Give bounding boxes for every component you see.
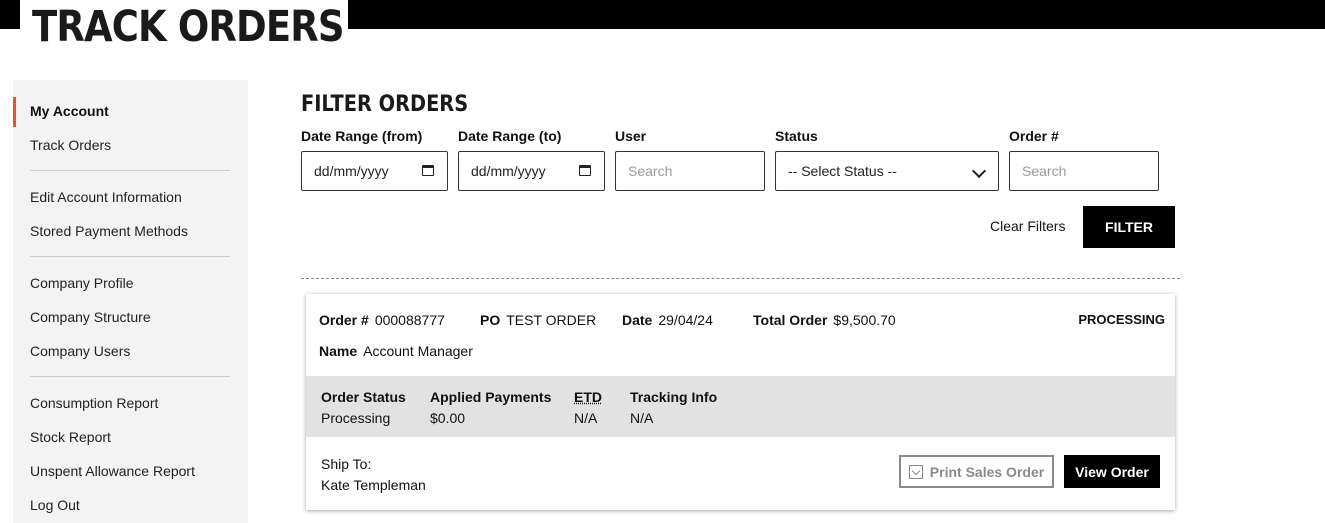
account-sidebar: My Account Track Orders Edit Account Inf… [13,80,248,523]
calendar-icon[interactable] [422,165,434,176]
status-select[interactable]: -- Select Status -- [775,151,999,191]
page-title: TRACK ORDERS [32,2,345,52]
applied-payments-value: $0.00 [430,410,466,426]
filter-button[interactable]: FILTER [1083,206,1175,248]
etd-value: N/A [574,410,598,426]
clear-filters-link[interactable]: Clear Filters [990,218,1065,234]
sidebar-item-consumption-report[interactable]: Consumption Report [30,395,158,411]
order-status-badge: PROCESSING [1078,312,1165,327]
order-number-search-input[interactable]: Search [1009,151,1159,191]
tracking-info-value: N/A [630,410,654,426]
order-total: Total Order $9,500.70 [753,312,896,328]
sidebar-item-my-account[interactable]: My Account [30,103,109,119]
order-status-heading: Order Status [321,389,406,405]
sidebar-item-company-structure[interactable]: Company Structure [30,309,151,325]
sidebar-item-company-profile[interactable]: Company Profile [30,275,134,291]
order-status-value: Processing [321,410,391,426]
ship-to-label: Ship To: [321,456,372,472]
calendar-icon[interactable] [579,165,591,176]
download-icon [908,464,923,479]
active-item-marker [13,97,16,127]
user-search-placeholder: Search [628,163,673,179]
tracking-info-heading: Tracking Info [630,389,718,405]
chevron-down-icon [971,163,987,179]
sidebar-item-unspent-allowance-report[interactable]: Unspent Allowance Report [30,463,195,479]
order-number: Order #000088777 [319,312,445,328]
date-to-value: dd/mm/yyyy [471,163,546,179]
sidebar-item-company-users[interactable]: Company Users [30,343,130,359]
etd-heading: ETD [574,389,602,405]
sidebar-item-track-orders[interactable]: Track Orders [30,137,111,153]
view-order-button[interactable]: View Order [1064,455,1160,488]
sidebar-item-stock-report[interactable]: Stock Report [30,429,111,445]
sidebar-divider [30,170,230,171]
print-sales-order-button[interactable]: Print Sales Order [899,455,1054,488]
sidebar-divider [30,256,230,257]
sidebar-item-log-out[interactable]: Log Out [30,497,80,513]
date-from-label: Date Range (from) [301,128,423,144]
order-date: Date 29/04/24 [622,312,713,328]
order-card: Order #000088777 PO TEST ORDER Date 29/04/… [306,294,1175,510]
sidebar-item-stored-payment-methods[interactable]: Stored Payment Methods [30,223,188,239]
sidebar-divider [30,376,230,377]
user-label: User [615,128,647,144]
order-name: Name Account Manager [319,343,473,359]
ship-to-name: Kate Templeman [321,477,426,493]
status-selected-value: -- Select Status -- [788,163,897,179]
order-number-placeholder: Search [1022,163,1067,179]
filter-section-title: FILTER ORDERS [301,92,469,117]
order-details-band: Order Status Processing Applied Payments… [306,376,1175,437]
status-label: Status [775,128,818,144]
applied-payments-heading: Applied Payments [430,389,552,405]
date-to-label: Date Range (to) [458,128,562,144]
print-sales-order-label: Print Sales Order [929,463,1045,480]
date-from-input[interactable]: dd/mm/yyyy [301,151,448,191]
section-divider [301,278,1180,279]
order-po: PO TEST ORDER [480,312,597,328]
user-search-input[interactable]: Search [615,151,765,191]
date-from-value: dd/mm/yyyy [314,163,389,179]
sidebar-item-edit-account[interactable]: Edit Account Information [30,189,182,205]
order-number-label: Order # [1009,128,1059,144]
date-to-input[interactable]: dd/mm/yyyy [458,151,605,191]
